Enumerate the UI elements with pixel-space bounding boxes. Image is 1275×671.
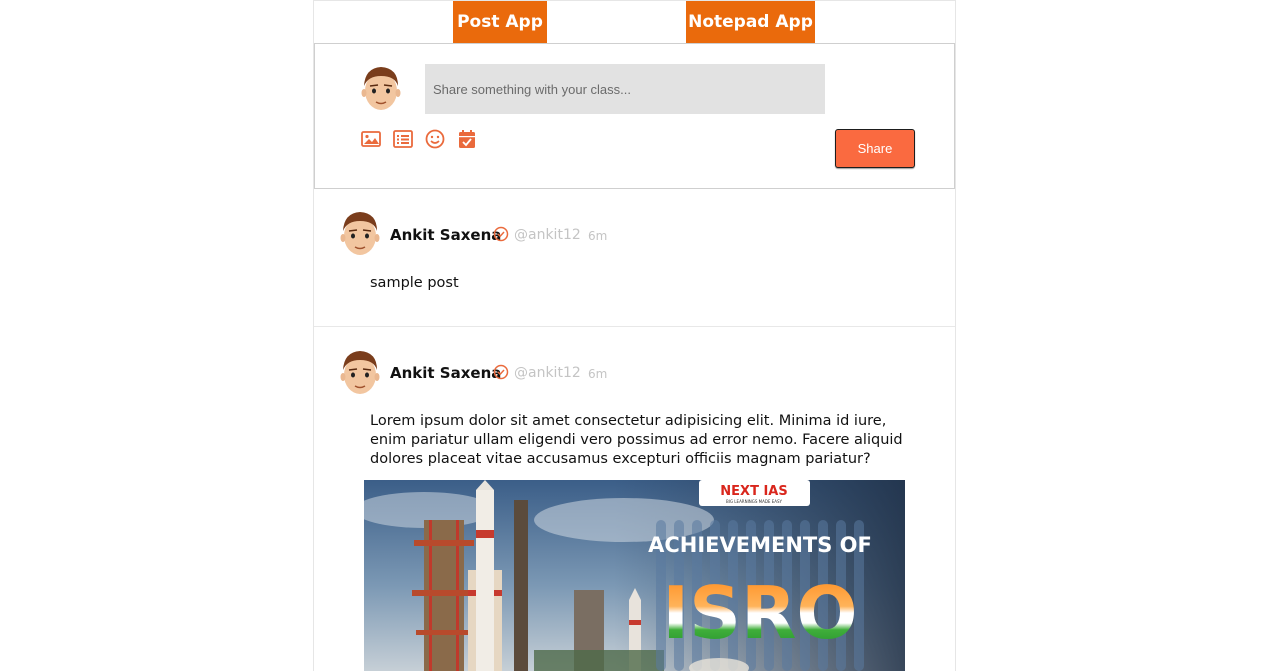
list-icon[interactable] [392, 128, 414, 150]
post-time: 6m [588, 229, 608, 243]
post-input[interactable] [425, 64, 825, 114]
isro-banner-graphic: NEXT IAS BIG LEARNINGS MADE EASY ACHIEVE… [364, 480, 905, 671]
user-avatar [361, 67, 401, 110]
post-card: Ankit Saxena @ankit12 6m sample post [314, 189, 955, 326]
post-time: 6m [588, 367, 608, 381]
verified-icon [493, 226, 509, 242]
notepad-app-tab[interactable]: Notepad App [686, 1, 815, 43]
emoji-icon[interactable] [424, 128, 446, 150]
author-avatar [340, 351, 380, 394]
image-icon[interactable] [360, 128, 382, 150]
author-avatar [340, 212, 380, 255]
post-text: sample post [370, 275, 459, 291]
post-app-tab[interactable]: Post App [453, 1, 547, 43]
author-name[interactable]: Ankit Saxena [390, 364, 501, 382]
author-handle[interactable]: @ankit12 [514, 365, 581, 381]
post-image[interactable]: NEXT IAS BIG LEARNINGS MADE EASY ACHIEVE… [364, 480, 905, 671]
author-name[interactable]: Ankit Saxena [390, 226, 501, 244]
verified-icon [493, 364, 509, 380]
brand-tagline: BIG LEARNINGS MADE EASY [726, 499, 783, 504]
post-composer: Share [314, 43, 955, 189]
author-handle[interactable]: @ankit12 [514, 227, 581, 243]
share-button[interactable]: Share [835, 129, 915, 168]
banner-title-top: ACHIEVEMENTS OF [648, 533, 872, 557]
banner-title-main: ISRO [662, 571, 857, 655]
brand-logo-text: NEXT IAS [720, 484, 787, 499]
post-text: Lorem ipsum dolor sit amet consectetur a… [370, 413, 903, 467]
calendar-check-icon[interactable] [456, 128, 478, 150]
